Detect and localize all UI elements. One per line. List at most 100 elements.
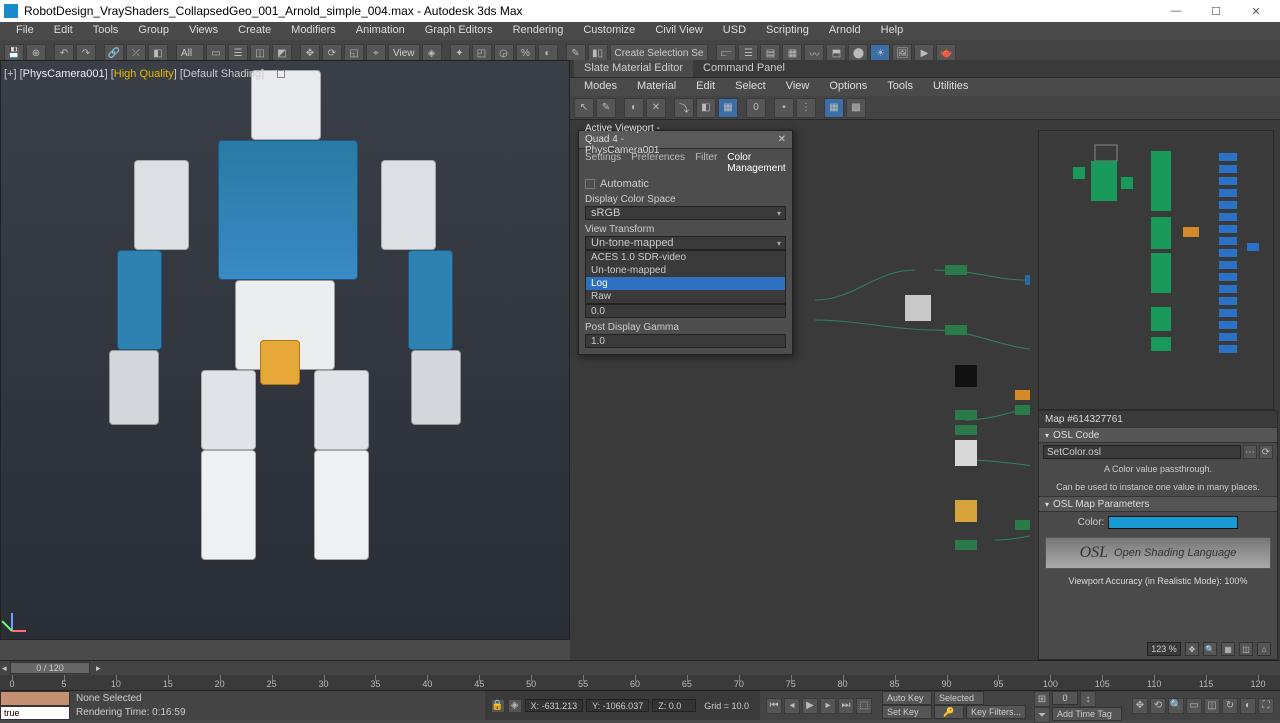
home-icon[interactable]: ⌂: [1257, 642, 1271, 656]
menu-graph-editors[interactable]: Graph Editors: [415, 22, 503, 40]
goto-end-icon[interactable]: ⏭: [838, 698, 854, 714]
sme-menu-material[interactable]: Material: [627, 78, 686, 96]
key-mode-icon[interactable]: ⬚: [856, 698, 872, 714]
slider-left-arrow[interactable]: ◂: [2, 663, 7, 674]
sme-layout2-icon[interactable]: ⋮: [796, 98, 816, 118]
setkey-button[interactable]: Set Key: [882, 705, 932, 719]
menu-help[interactable]: Help: [871, 22, 914, 40]
menu-civil-view[interactable]: Civil View: [645, 22, 712, 40]
map-header[interactable]: Map #614327761: [1039, 411, 1277, 427]
menu-customize[interactable]: Customize: [573, 22, 645, 40]
popup-tab-color-management[interactable]: Color Management: [727, 152, 786, 169]
autokey-button[interactable]: Auto Key: [882, 691, 932, 705]
menu-modifiers[interactable]: Modifiers: [281, 22, 346, 40]
sme-menu-modes[interactable]: Modes: [574, 78, 627, 96]
maxscript-result[interactable]: true: [0, 706, 70, 721]
roll-icon[interactable]: ↻: [1222, 698, 1238, 714]
coord-y[interactable]: Y: -1066.037: [586, 699, 649, 712]
transform-type-icon[interactable]: ◈: [508, 699, 522, 713]
popup-close-icon[interactable]: ✕: [686, 134, 787, 145]
sme-hide-icon[interactable]: ◧: [696, 98, 716, 118]
menu-group[interactable]: Group: [128, 22, 179, 40]
vt-option-aces[interactable]: ACES 1.0 SDR-video: [586, 251, 785, 264]
walk-icon[interactable]: ◐: [1240, 698, 1256, 714]
goto-start-icon[interactable]: ⏮: [766, 698, 782, 714]
post-gamma-spinner[interactable]: 1.0: [585, 334, 786, 348]
minimize-button[interactable]: —: [1156, 1, 1196, 21]
menu-arnold[interactable]: Arnold: [819, 22, 871, 40]
automatic-checkbox[interactable]: Automatic: [585, 178, 786, 190]
popup-tab-settings[interactable]: Settings: [585, 152, 621, 169]
zoom-region-icon[interactable]: ◫: [1239, 642, 1253, 656]
close-button[interactable]: ✕: [1236, 1, 1276, 21]
sme-grid1-icon[interactable]: ▦: [824, 98, 844, 118]
time-tag-icon[interactable]: ⏷: [1034, 707, 1050, 723]
time-thumb[interactable]: 0 / 120: [10, 662, 90, 674]
zoom-all-icon[interactable]: ◫: [1204, 698, 1220, 714]
fov-icon[interactable]: ▭: [1186, 698, 1202, 714]
zoom-icon[interactable]: 🔍: [1203, 642, 1217, 656]
coord-x[interactable]: X: -631.213: [525, 699, 584, 712]
popup-tab-filter[interactable]: Filter: [695, 152, 717, 169]
osl-script-field[interactable]: [1043, 445, 1241, 459]
tab-command-panel[interactable]: Command Panel: [693, 60, 795, 77]
slider-right-arrow[interactable]: ▸: [96, 663, 101, 674]
sme-menu-options[interactable]: Options: [819, 78, 877, 96]
maxscript-mini-listener[interactable]: [0, 691, 70, 706]
time-slider[interactable]: ◂ 0 / 120 ▸: [0, 661, 1280, 675]
popup-tab-preferences[interactable]: Preferences: [631, 152, 685, 169]
menu-animation[interactable]: Animation: [346, 22, 415, 40]
display-cs-dropdown[interactable]: sRGB: [585, 206, 786, 220]
menu-views[interactable]: Views: [179, 22, 228, 40]
rollup-osl-map-params[interactable]: OSL Map Parameters: [1039, 496, 1277, 512]
sme-show-map-icon[interactable]: ▦: [718, 98, 738, 118]
node-graph-canvas[interactable]: [795, 120, 1030, 660]
next-frame-icon[interactable]: ▸: [820, 698, 836, 714]
sme-grid2-icon[interactable]: ▩: [846, 98, 866, 118]
pan-icon[interactable]: ✥: [1185, 642, 1199, 656]
exposure-spinner[interactable]: 0.0: [585, 304, 786, 318]
add-time-tag[interactable]: Add Time Tag: [1052, 707, 1122, 721]
vt-option-untone[interactable]: Un-tone-mapped: [586, 264, 785, 277]
sme-delete-icon[interactable]: ✕: [646, 98, 666, 118]
prev-frame-icon[interactable]: ◂: [784, 698, 800, 714]
menu-usd[interactable]: USD: [713, 22, 756, 40]
osl-reload-icon[interactable]: ⟳: [1259, 445, 1273, 459]
key-target-dropdown[interactable]: Selected: [934, 691, 984, 705]
rollup-osl-code[interactable]: OSL Code: [1039, 427, 1277, 443]
sme-menu-select[interactable]: Select: [725, 78, 776, 96]
viewport-3d[interactable]: [0, 60, 570, 640]
play-icon[interactable]: ▶: [802, 698, 818, 714]
viewport-config-icon[interactable]: [277, 70, 285, 78]
sme-menu-view[interactable]: View: [776, 78, 820, 96]
sme-arrow-icon[interactable]: ↖: [574, 98, 594, 118]
sme-layout-icon[interactable]: •: [774, 98, 794, 118]
menu-scripting[interactable]: Scripting: [756, 22, 819, 40]
lock-icon[interactable]: 🔒: [491, 699, 505, 713]
menu-file[interactable]: File: [6, 22, 44, 40]
maximize-button[interactable]: ☐: [1196, 1, 1236, 21]
sme-menu-tools[interactable]: Tools: [877, 78, 923, 96]
sme-assign-icon[interactable]: ◐: [624, 98, 644, 118]
view-transform-dropdown[interactable]: Un-tone-mapped: [585, 236, 786, 250]
vt-option-raw[interactable]: Raw: [586, 290, 785, 303]
node-overview[interactable]: [1038, 130, 1274, 410]
current-frame-field[interactable]: 0: [1052, 691, 1078, 705]
zoom-percent[interactable]: 123 %: [1147, 642, 1181, 656]
osl-browse-icon[interactable]: ⋯: [1243, 445, 1257, 459]
sme-move-children-icon[interactable]: ⤵: [674, 98, 694, 118]
time-ruler[interactable]: 0510152025303540455055606570758085909510…: [0, 675, 1280, 691]
max-toggle-icon[interactable]: ⛶: [1258, 698, 1274, 714]
sme-pick-icon[interactable]: ✎: [596, 98, 616, 118]
key-icon[interactable]: 🔑: [934, 705, 964, 719]
dolly-icon[interactable]: 🔍: [1168, 698, 1184, 714]
menu-rendering[interactable]: Rendering: [503, 22, 574, 40]
zoom-extents-icon[interactable]: ▦: [1221, 642, 1235, 656]
menu-tools[interactable]: Tools: [83, 22, 129, 40]
orbit-icon[interactable]: ⟲: [1150, 698, 1166, 714]
vt-option-log[interactable]: Log: [586, 277, 785, 290]
menu-edit[interactable]: Edit: [44, 22, 83, 40]
sme-menu-utilities[interactable]: Utilities: [923, 78, 978, 96]
sme-menu-edit[interactable]: Edit: [686, 78, 725, 96]
key-filters-button[interactable]: Key Filters...: [966, 705, 1026, 719]
